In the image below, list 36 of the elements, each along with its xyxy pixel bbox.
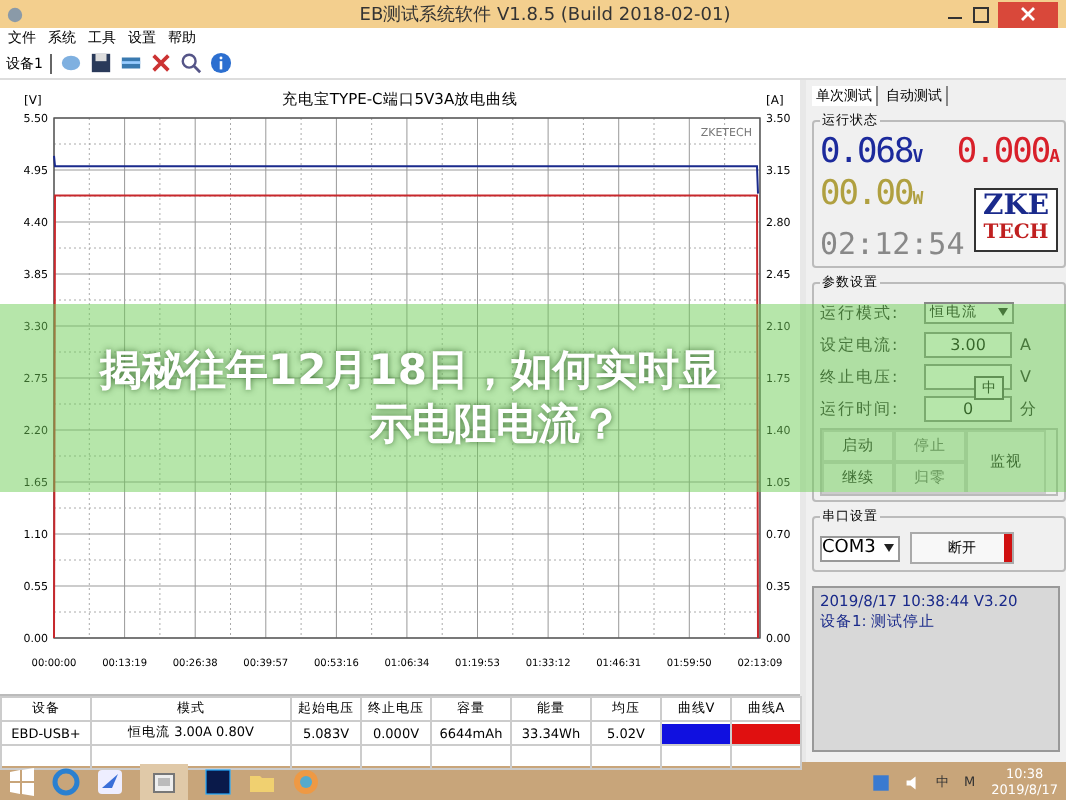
logo: ZKE TECH (974, 187, 1058, 251)
browser-icon[interactable] (52, 768, 80, 796)
save-icon[interactable] (90, 52, 113, 74)
parameter-label: 运行时间: (820, 397, 902, 419)
close-button[interactable] (998, 1, 1058, 27)
maximize-icon[interactable] (972, 5, 990, 23)
bird-app-icon[interactable] (96, 768, 124, 796)
search-icon[interactable] (180, 52, 203, 74)
dropdown-caret-icon[interactable] (884, 544, 894, 552)
start-icon[interactable] (8, 768, 36, 796)
reading-value: 0.068V (820, 134, 922, 176)
window-title: EB测试系统软件 V1.8.5 (Build 2018-02-01) (357, 3, 733, 27)
color-wheel-icon[interactable] (292, 768, 320, 796)
curve-color-swatch[interactable] (732, 723, 800, 743)
box-icon (150, 768, 178, 796)
reading-value: 00.00W (820, 176, 925, 218)
app-icon (6, 5, 24, 23)
reading-value: 0.000A (956, 134, 1058, 176)
reading-value: 02:12:54 (820, 226, 965, 262)
parameter-label: 运行模式: (820, 301, 902, 323)
unit-label: A (1020, 335, 1033, 353)
curve-color-swatch[interactable] (662, 723, 730, 743)
banner-title: 示电阻电流？ (370, 398, 622, 452)
info-icon[interactable] (210, 52, 233, 74)
taskbar-button[interactable] (140, 764, 188, 800)
close-icon[interactable] (1020, 6, 1036, 22)
port-dropdown[interactable]: COM3 (820, 535, 900, 561)
card-icon[interactable] (120, 52, 143, 74)
input-field[interactable]: 0 (924, 395, 1012, 421)
parameter-label: 终止电压: (820, 365, 902, 387)
unit-label: V (1020, 367, 1033, 385)
parameter-label: 设定电流: (820, 333, 902, 355)
unit-label: 分 (1020, 397, 1038, 419)
photoshop-icon[interactable] (204, 768, 232, 796)
banner-title: 揭秘往年12月18日，如何实时显 (100, 344, 721, 398)
input-field[interactable]: 3.00 (924, 331, 1012, 357)
